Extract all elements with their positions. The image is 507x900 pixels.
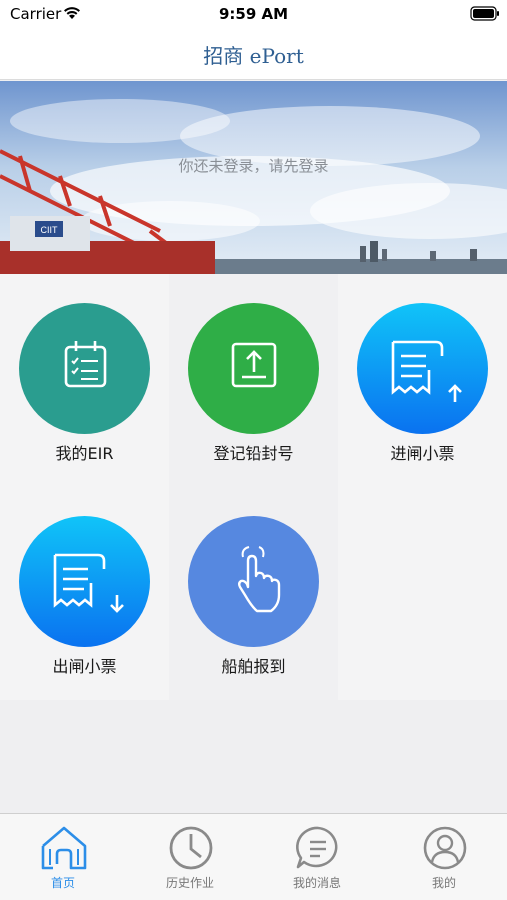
grid-item-gate-out-receipt[interactable]: 出闸小票 (0, 487, 169, 700)
tab-label: 历史作业 (165, 876, 214, 890)
svg-text:CIIT: CIIT (41, 225, 59, 235)
status-time: 9:59 AM (218, 5, 289, 23)
tab-me[interactable]: 我的 (381, 814, 507, 900)
tab-home[interactable]: 首页 (0, 814, 126, 900)
grid-item-my-eir[interactable]: 我的EIR (0, 274, 169, 487)
tab-history[interactable]: 历史作业 (127, 814, 253, 900)
grid-item-label: 船舶报到 (221, 657, 286, 676)
tab-label: 我的消息 (292, 876, 341, 890)
port-banner-image: CIIT (0, 81, 507, 274)
grid-item-label: 进闸小票 (390, 444, 455, 463)
feature-grid: 我的EIR 登记铅封号 进闸小票 出闸小票 船舶报到 (0, 274, 507, 700)
grid-item-label: 出闸小票 (52, 657, 117, 676)
clock-icon (169, 826, 213, 870)
page-title: 招商 ePort (203, 44, 304, 68)
tab-messages[interactable]: 我的消息 (254, 814, 380, 900)
tab-label: 我的 (431, 876, 456, 890)
message-icon (296, 826, 338, 869)
grid-item-label: 我的EIR (55, 444, 114, 463)
banner: CIIT 你还未登录，请先登录 (0, 81, 507, 274)
user-icon (423, 826, 467, 870)
login-prompt-link[interactable]: 你还未登录，请先登录 (0, 155, 507, 176)
grid-item-label: 登记铅封号 (213, 444, 294, 463)
status-bar: Carrier 9:59 AM (0, 0, 507, 30)
battery-icon (470, 6, 499, 21)
grid-item-register-seal[interactable]: 登记铅封号 (169, 274, 338, 487)
nav-bar: 招商 ePort (0, 30, 507, 80)
grid-item-gate-in-receipt[interactable]: 进闸小票 (338, 274, 507, 487)
tab-bar: 首页 历史作业 我的消息 我的 (0, 813, 507, 900)
tab-label: 首页 (50, 876, 75, 890)
home-icon (41, 826, 87, 870)
grid-item-vessel-checkin[interactable]: 船舶报到 (169, 487, 338, 700)
